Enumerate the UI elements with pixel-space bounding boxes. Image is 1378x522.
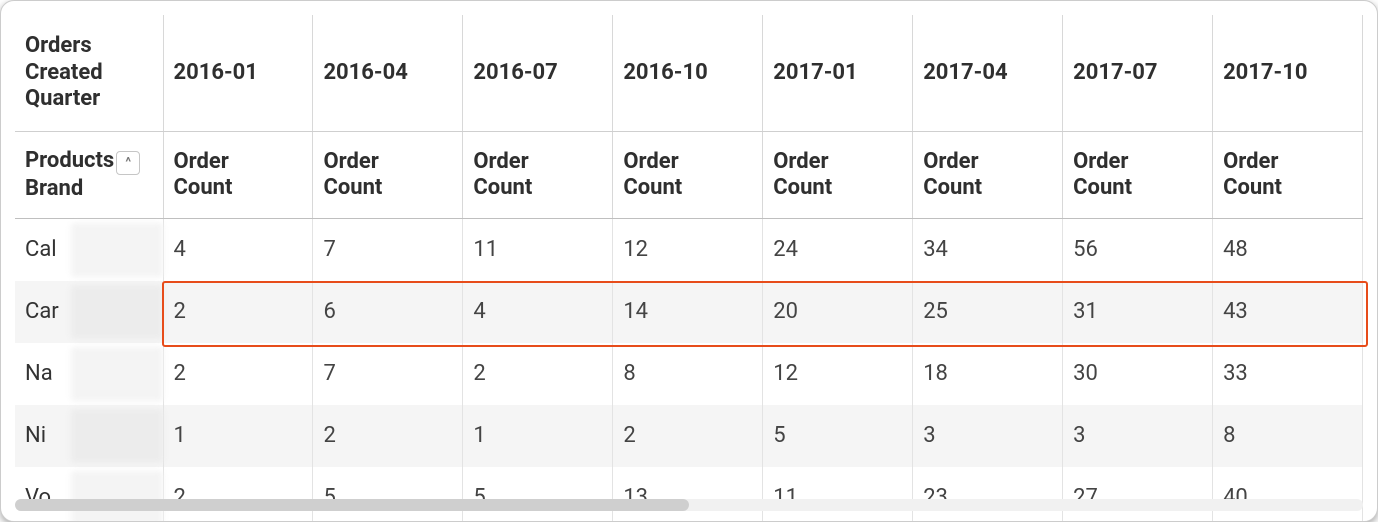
column-header-quarter[interactable]: 2017-04: [913, 15, 1063, 132]
header-row-measures: Products^ Brand OrderCount OrderCount Or…: [15, 132, 1363, 219]
value-cell[interactable]: 4: [163, 219, 313, 282]
brand-label: Na: [25, 361, 53, 386]
measure-header[interactable]: OrderCount: [313, 132, 463, 219]
value-cell[interactable]: 7: [313, 343, 463, 405]
measure-header[interactable]: OrderCount: [613, 132, 763, 219]
value-cell[interactable]: 30: [1063, 343, 1213, 405]
redacted-text: [71, 409, 163, 463]
brand-label: Car: [25, 299, 59, 324]
measure-header[interactable]: OrderCount: [163, 132, 313, 219]
column-header-quarter[interactable]: 2016-01: [163, 15, 313, 132]
value-cell[interactable]: 18: [913, 343, 1063, 405]
column-header-quarter[interactable]: 2016-07: [463, 15, 613, 132]
table-row[interactable]: Car 2641420253143: [15, 281, 1363, 343]
value-cell[interactable]: 7: [313, 219, 463, 282]
value-cell[interactable]: 24: [763, 219, 913, 282]
value-cell[interactable]: 33: [1213, 343, 1363, 405]
corner-header-orders-created-quarter[interactable]: Orders Created Quarter: [15, 15, 163, 132]
redacted-text: [71, 223, 163, 277]
value-cell[interactable]: 2: [163, 281, 313, 343]
value-cell[interactable]: 5: [463, 467, 613, 522]
value-cell[interactable]: 6: [313, 281, 463, 343]
value-cell[interactable]: 14: [613, 281, 763, 343]
value-cell[interactable]: 11: [463, 219, 613, 282]
value-cell[interactable]: 25: [913, 281, 1063, 343]
value-cell[interactable]: 40: [1213, 467, 1363, 522]
table-row[interactable]: Na272812183033: [15, 343, 1363, 405]
redacted-text: [71, 471, 163, 522]
column-header-quarter[interactable]: 2017-10: [1213, 15, 1363, 132]
value-cell[interactable]: 56: [1063, 219, 1213, 282]
value-cell[interactable]: 31: [1063, 281, 1213, 343]
value-cell[interactable]: 1: [463, 405, 613, 467]
table-row[interactable]: Cal 47111224345648: [15, 219, 1363, 282]
corner-header-line1: Orders: [25, 33, 92, 58]
row-dimension-header-products-brand[interactable]: Products^ Brand: [15, 132, 163, 219]
value-cell[interactable]: 12: [613, 219, 763, 282]
column-header-quarter[interactable]: 2016-10: [613, 15, 763, 132]
value-cell[interactable]: 12: [763, 343, 913, 405]
value-cell[interactable]: 3: [913, 405, 1063, 467]
brand-cell[interactable]: Na: [15, 343, 163, 405]
brand-cell[interactable]: Vo: [15, 467, 163, 522]
brand-header-line2: Brand: [25, 176, 83, 201]
value-cell[interactable]: 2: [163, 467, 313, 522]
value-cell[interactable]: 4: [463, 281, 613, 343]
column-header-quarter[interactable]: 2017-07: [1063, 15, 1213, 132]
value-cell[interactable]: 20: [763, 281, 913, 343]
value-cell[interactable]: 2: [163, 343, 313, 405]
corner-header-line2: Created: [25, 60, 103, 85]
measure-header[interactable]: OrderCount: [1213, 132, 1363, 219]
measure-header[interactable]: OrderCount: [763, 132, 913, 219]
value-cell[interactable]: 23: [913, 467, 1063, 522]
value-cell[interactable]: 27: [1063, 467, 1213, 522]
brand-cell[interactable]: Ni: [15, 405, 163, 467]
brand-label: Cal: [25, 237, 57, 262]
value-cell[interactable]: 2: [463, 343, 613, 405]
value-cell[interactable]: 34: [913, 219, 1063, 282]
chevron-up-icon[interactable]: ^: [116, 151, 140, 175]
value-cell[interactable]: 3: [1063, 405, 1213, 467]
measure-header[interactable]: OrderCount: [1063, 132, 1213, 219]
table-row[interactable]: Ni12125338: [15, 405, 1363, 467]
measure-header[interactable]: OrderCount: [463, 132, 613, 219]
value-cell[interactable]: 1: [163, 405, 313, 467]
value-cell[interactable]: 43: [1213, 281, 1363, 343]
value-cell[interactable]: 5: [763, 405, 913, 467]
column-header-quarter[interactable]: 2017-01: [763, 15, 913, 132]
column-header-quarter[interactable]: 2016-04: [313, 15, 463, 132]
corner-header-line3: Quarter: [25, 86, 100, 111]
header-row-quarters: Orders Created Quarter 2016-01 2016-04 2…: [15, 15, 1363, 132]
brand-header-line1: Products: [25, 148, 114, 173]
redacted-text: [71, 347, 163, 401]
value-cell[interactable]: 5: [313, 467, 463, 522]
value-cell[interactable]: 8: [613, 343, 763, 405]
value-cell[interactable]: 8: [1213, 405, 1363, 467]
horizontal-scrollbar-track[interactable]: [15, 499, 1363, 511]
value-cell[interactable]: 2: [313, 405, 463, 467]
value-cell[interactable]: 13: [613, 467, 763, 522]
brand-label: Ni: [25, 423, 46, 448]
measure-header[interactable]: OrderCount: [913, 132, 1063, 219]
redacted-text: [71, 285, 163, 339]
value-cell[interactable]: 48: [1213, 219, 1363, 282]
brand-cell[interactable]: Cal: [15, 219, 163, 282]
table-row[interactable]: Vo2551311232740: [15, 467, 1363, 522]
pivot-table: Orders Created Quarter 2016-01 2016-04 2…: [15, 15, 1363, 522]
value-cell[interactable]: 11: [763, 467, 913, 522]
value-cell[interactable]: 2: [613, 405, 763, 467]
brand-cell[interactable]: Car: [15, 281, 163, 343]
pivot-table-card: Orders Created Quarter 2016-01 2016-04 2…: [0, 0, 1378, 522]
horizontal-scrollbar-thumb[interactable]: [15, 499, 689, 511]
